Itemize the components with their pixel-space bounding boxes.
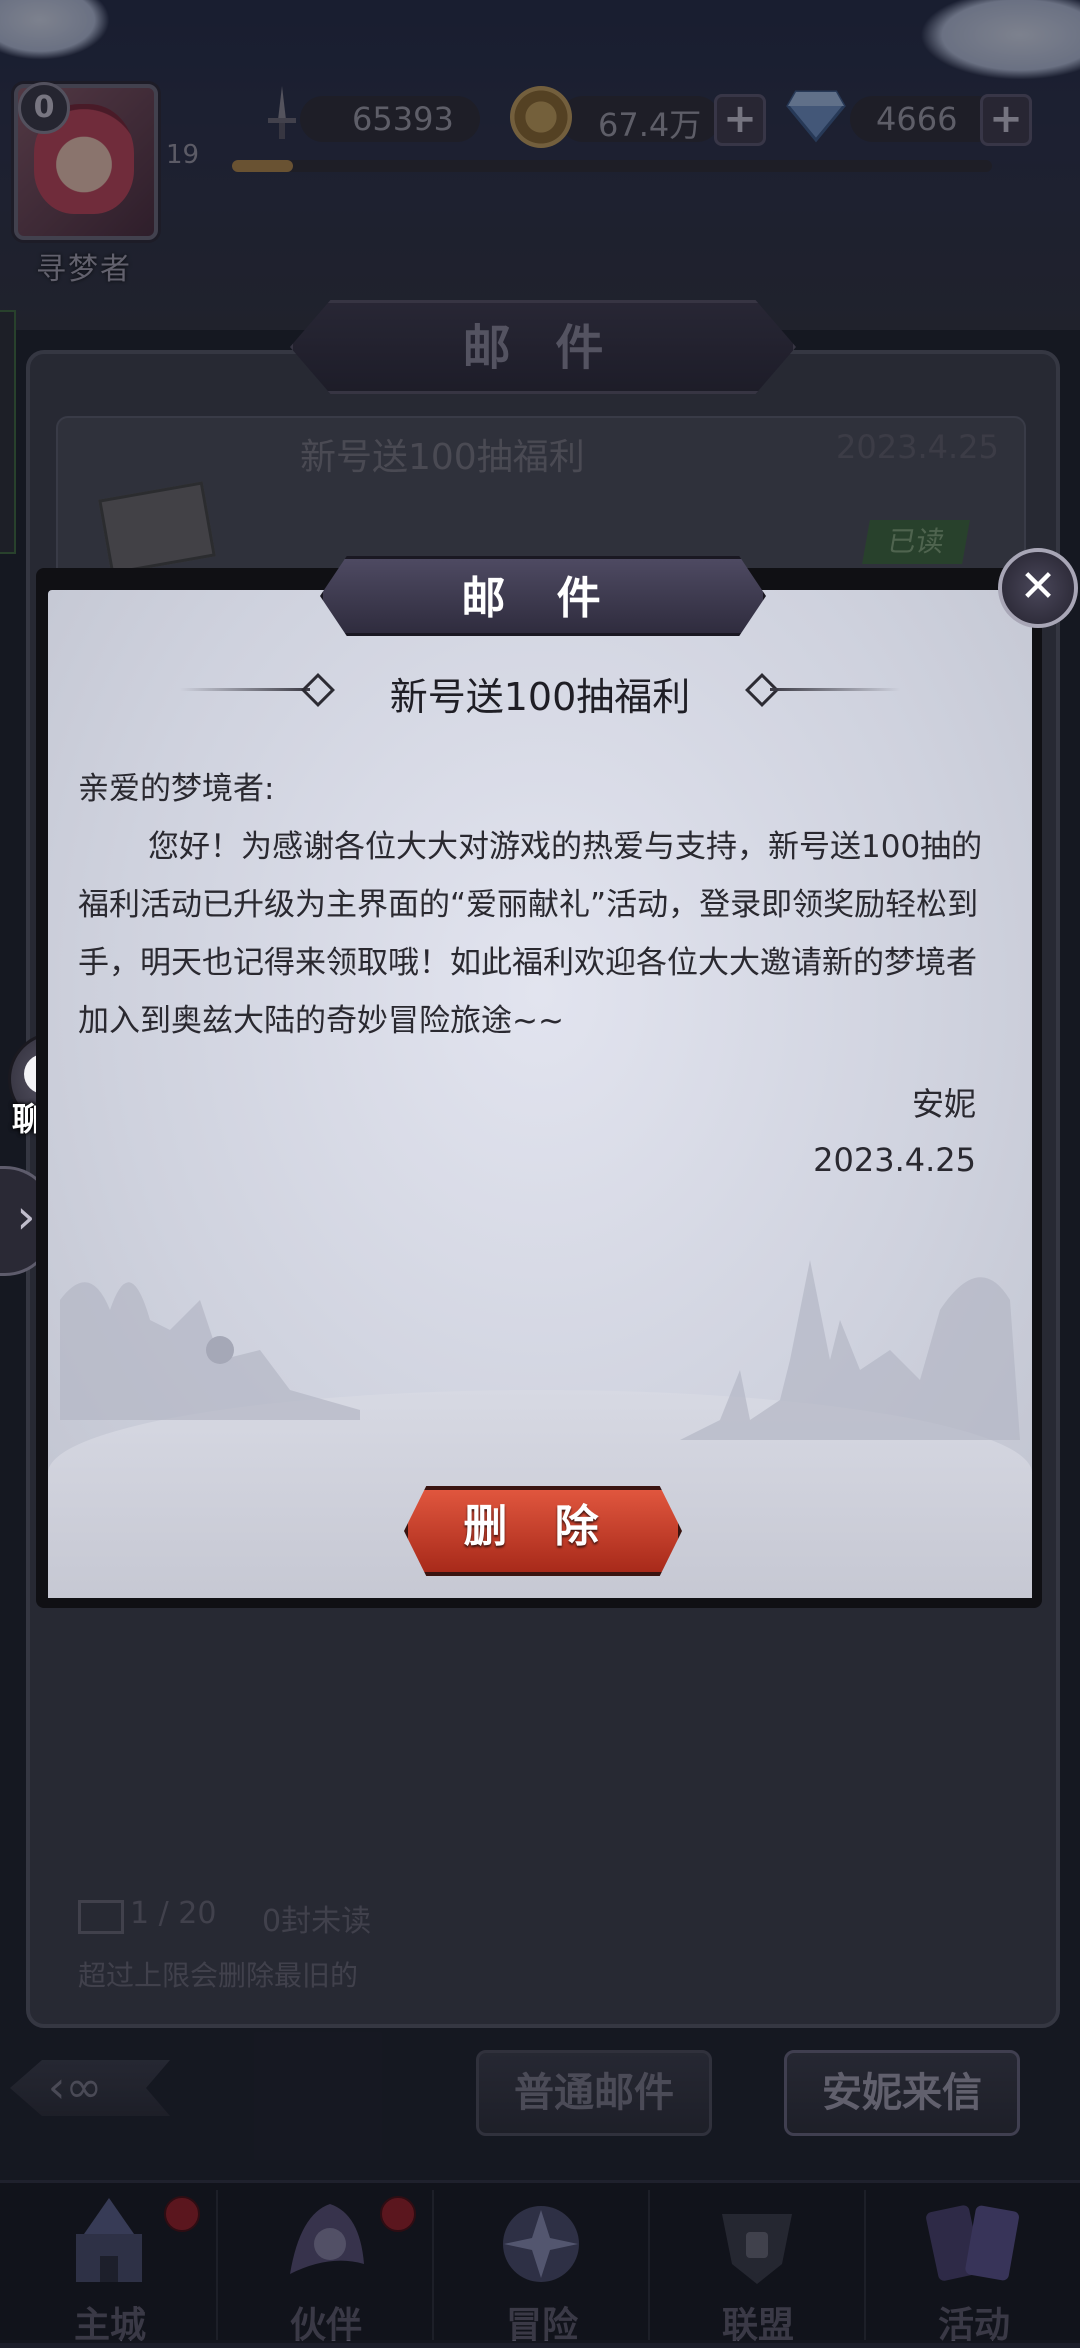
subject-divider-right [770, 688, 900, 691]
castle-silhouette-decoration [60, 1282, 360, 1420]
mail-greeting: 亲爱的梦境者: [78, 771, 275, 807]
dialog-title: 邮 件 [461, 573, 619, 624]
mail-content: 您好！为感谢各位大大对游戏的热爱与支持，新号送100抽的福利活动已升级为主界面的… [78, 829, 983, 1039]
mail-sender: 安妮 [911, 1085, 976, 1123]
mail-body: 亲爱的梦境者: 您好！为感谢各位大大对游戏的热爱与支持，新号送100抽的福利活动… [78, 760, 998, 1050]
delete-button-label: 删 除 [463, 1501, 615, 1552]
mail-subject: 新号送100抽福利 [389, 675, 691, 719]
close-button[interactable]: ✕ [998, 548, 1078, 628]
subject-divider-left [180, 688, 310, 691]
mail-date: 2023.4.25 [813, 1141, 976, 1179]
castle-silhouette-decoration [680, 1260, 1020, 1440]
mail-signature: 安妮 2023.4.25 [600, 1076, 976, 1188]
